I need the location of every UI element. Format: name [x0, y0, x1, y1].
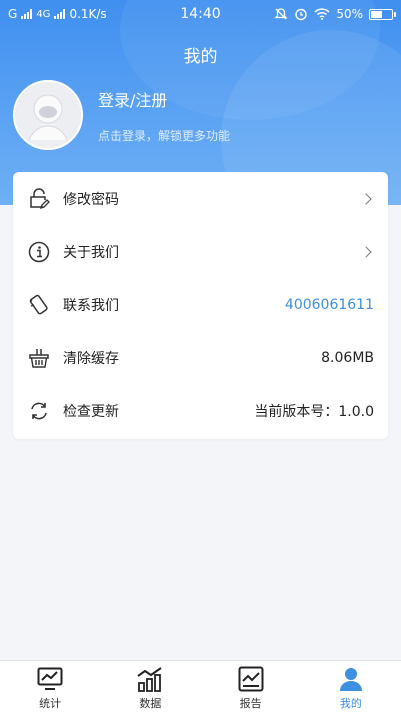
cache-size: 8.06MB — [321, 349, 374, 366]
bottom-tab-bar: 统计 数据 报告 我的 — [0, 660, 401, 713]
menu-item-clear-cache[interactable]: 清除缓存 8.06MB — [13, 331, 388, 384]
wifi-icon — [314, 8, 330, 20]
lock-edit-icon — [27, 187, 51, 211]
tab-label: 数据 — [139, 697, 162, 710]
menu-item-change-password[interactable]: 修改密码 — [13, 172, 388, 225]
menu-item-contact-us[interactable]: 联系我们 4006061611 — [13, 278, 388, 331]
tab-label: 报告 — [239, 697, 262, 710]
phone-icon — [27, 293, 51, 317]
contact-phone-number[interactable]: 4006061611 — [285, 297, 374, 313]
alarm-icon — [295, 8, 308, 21]
tab-label: 统计 — [39, 697, 62, 710]
signal-icon — [21, 9, 33, 19]
settings-card: 修改密码 关于我们 联系我们 4006061611 清除缓存 8.06MB 检查… — [13, 172, 388, 439]
signal-label-1: G — [8, 7, 18, 21]
page-title: 我的 — [183, 47, 218, 67]
menu-label: 关于我们 — [63, 244, 119, 261]
bar-chart-icon — [135, 665, 165, 693]
battery-icon — [369, 8, 396, 20]
menu-label: 清除缓存 — [63, 350, 119, 367]
signal-icon-2 — [54, 9, 66, 19]
tab-report[interactable]: 报告 — [201, 661, 301, 713]
menu-item-about-us[interactable]: 关于我们 — [13, 225, 388, 278]
info-icon — [27, 240, 51, 264]
menu-right — [360, 192, 374, 205]
chevron-right-icon — [360, 245, 372, 258]
tab-mine[interactable]: 我的 — [301, 661, 401, 713]
signal-label-2: 4G — [36, 8, 51, 20]
monitor-chart-icon — [35, 665, 65, 693]
menu-label: 联系我们 — [63, 297, 119, 314]
login-subtitle: 点击登录，解锁更多功能 — [98, 128, 231, 143]
menu-item-check-update[interactable]: 检查更新 当前版本号：1.0.0 — [13, 384, 388, 437]
menu-label: 修改密码 — [63, 191, 119, 208]
person-icon — [336, 665, 366, 693]
tab-data[interactable]: 数据 — [100, 661, 200, 713]
avatar[interactable] — [13, 80, 83, 150]
chevron-right-icon — [360, 192, 372, 205]
tab-label: 我的 — [339, 697, 362, 710]
mute-bell-icon — [274, 8, 288, 20]
basket-icon — [27, 346, 51, 370]
menu-label: 检查更新 — [63, 403, 119, 420]
menu-right — [360, 245, 374, 258]
default-avatar-icon — [15, 82, 81, 148]
network-speed: 0.1K/s — [69, 7, 107, 21]
battery-percent: 50% — [336, 7, 363, 21]
profile-login-area[interactable]: 登录/注册 点击登录，解锁更多功能 — [13, 80, 393, 150]
report-icon — [236, 665, 266, 693]
refresh-icon — [27, 399, 51, 423]
status-bar: G 4G 0.1K/s 14:40 50% — [0, 0, 401, 28]
version-info: 当前版本号：1.0.0 — [254, 403, 374, 420]
login-register-link[interactable]: 登录/注册 — [98, 87, 230, 111]
tab-statistics[interactable]: 统计 — [0, 661, 100, 713]
